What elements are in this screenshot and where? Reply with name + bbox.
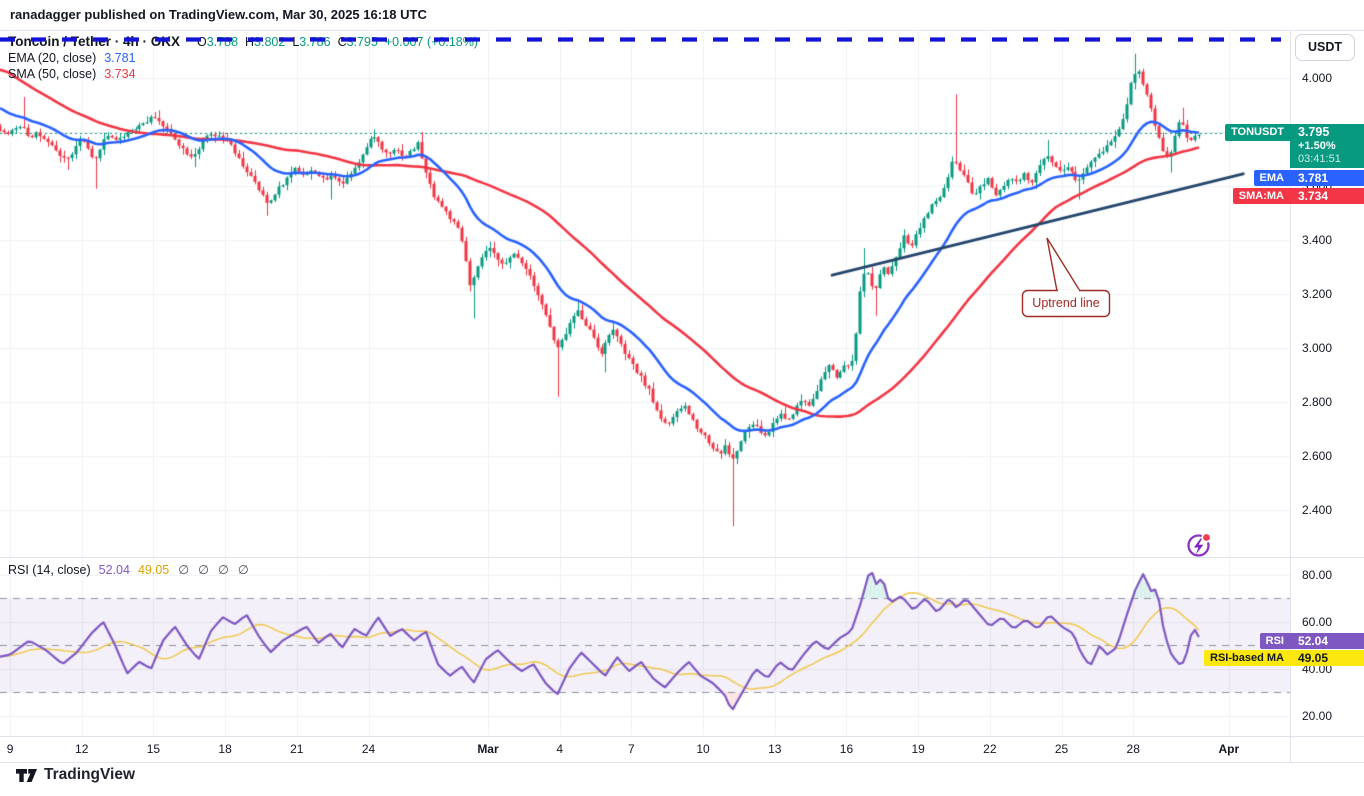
rsi-legend: RSI (14, close) 52.04 49.05 ∅ ∅ ∅ ∅ — [8, 562, 249, 578]
empty-set-glyph: ∅ — [178, 563, 189, 577]
ohlc-key: H — [245, 35, 254, 49]
rsi-empty-values: ∅ ∅ ∅ ∅ — [169, 563, 249, 577]
ohlc-key: O — [197, 35, 207, 49]
rsi-label: RSI (14, close) — [8, 563, 91, 577]
main-chart-legend: Toncoin / Tether · 4h · OKXO3.788H3.802L… — [8, 33, 478, 82]
rsi-ma-value: 49.05 — [138, 563, 169, 577]
rsi-ma-badge-label: RSI-based MA — [1204, 650, 1290, 666]
ema-badge-label: EMA — [1254, 170, 1290, 186]
chart-top-border — [0, 30, 1364, 31]
tradingview-logo-text: TradingView — [44, 766, 135, 784]
tradingview-logo[interactable]: TradingView — [16, 766, 135, 784]
tradingview-logo-icon — [16, 769, 37, 782]
ema-label: EMA (20, close) — [8, 51, 96, 65]
pane-separator[interactable] — [0, 557, 1364, 558]
sma-label: SMA (50, close) — [8, 67, 96, 81]
uptrend-callout-label[interactable]: Uptrend line — [1023, 291, 1109, 316]
symbol-title: Toncoin / Tether · 4h · OKX — [8, 34, 180, 49]
price-change: +0.007 (+0.18%) — [385, 35, 478, 49]
sma-value: 3.734 — [104, 67, 135, 81]
ohlc-val: 3.795 — [347, 35, 378, 49]
ohlc-val: 3.802 — [254, 35, 285, 49]
ohlc-values: O3.788H3.802L3.786C3.795 — [190, 35, 378, 49]
sma-badge-label: SMA:MA — [1233, 188, 1290, 204]
chart-canvas[interactable] — [0, 0, 1364, 796]
ohlc-val: 3.788 — [207, 35, 238, 49]
price-axis[interactable] — [1290, 30, 1364, 762]
symbol-price-badge-label: TONUSDT — [1225, 124, 1290, 141]
time-axis[interactable] — [0, 736, 1364, 762]
ohlc-val: 3.786 — [299, 35, 330, 49]
empty-set-glyph: ∅ — [218, 563, 229, 577]
ema-legend-row[interactable]: EMA (20, close) 3.781 — [8, 50, 478, 66]
empty-set-glyph: ∅ — [198, 563, 209, 577]
rsi-legend-row[interactable]: RSI (14, close) 52.04 49.05 ∅ ∅ ∅ ∅ — [8, 562, 249, 578]
chart-bottom-border — [0, 762, 1364, 763]
sma-legend-row[interactable]: SMA (50, close) 3.734 — [8, 66, 478, 82]
empty-set-glyph: ∅ — [238, 563, 249, 577]
ema-value: 3.781 — [104, 51, 135, 65]
ohlc-key: C — [338, 35, 347, 49]
rsi-badge-label: RSI — [1260, 633, 1290, 649]
symbol-legend-row[interactable]: Toncoin / Tether · 4h · OKXO3.788H3.802L… — [8, 33, 478, 50]
publish-info: ranadagger published on TradingView.com,… — [10, 7, 427, 22]
tradingview-published-chart: ranadagger published on TradingView.com,… — [0, 0, 1364, 796]
rsi-value: 52.04 — [99, 563, 130, 577]
